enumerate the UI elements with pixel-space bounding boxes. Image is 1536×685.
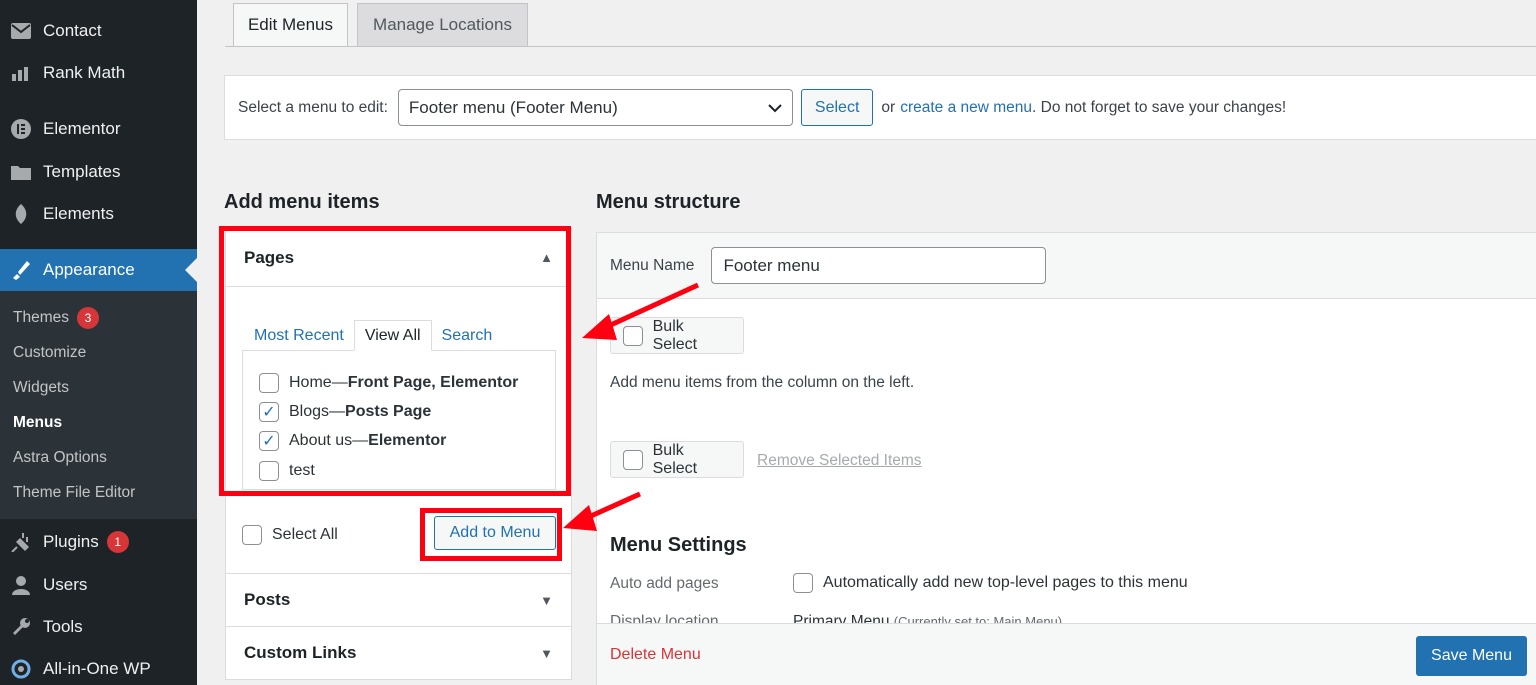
menu-footer-bar: Delete Menu Save Menu	[597, 623, 1536, 685]
tab-divider	[225, 46, 1536, 47]
primary-menu-option[interactable]: Primary Menu (Currently set to: Main Men…	[793, 612, 1062, 623]
sidebar-item-tools[interactable]: Tools	[0, 614, 197, 640]
plug-icon	[9, 530, 33, 554]
primary-menu-label: Primary Menu	[793, 613, 890, 623]
wrench-icon	[9, 615, 33, 639]
bulk-select-button-top[interactable]: Bulk Select	[610, 317, 744, 354]
bulk-select-button-bottom[interactable]: Bulk Select	[610, 441, 744, 478]
sidebar-item-label: Elements	[43, 204, 114, 223]
custom-links-accordion[interactable]: Custom Links ▼	[225, 626, 572, 680]
auto-add-option-label: Automatically add new top-level pages to…	[823, 574, 1188, 591]
submenu-label: Widgets	[13, 379, 69, 396]
sidebar-item-label: Contact	[43, 21, 102, 40]
sidebar-item-elementor[interactable]: Elementor	[0, 116, 197, 142]
menu-select-value: Footer menu (Footer Menu)	[408, 97, 618, 117]
primary-menu-note: (Currently set to: Main Menu)	[893, 614, 1063, 623]
create-new-menu-link[interactable]: create a new menu	[900, 99, 1032, 117]
sidebar-item-label: Templates	[43, 162, 121, 181]
highlight-box-add-button	[420, 508, 562, 561]
save-menu-button[interactable]: Save Menu	[1416, 636, 1527, 676]
select-all-label: Select All	[272, 526, 338, 543]
checkbox[interactable]	[623, 325, 643, 346]
submenu-item-customize[interactable]: Customize	[13, 344, 86, 362]
chart-icon	[9, 61, 33, 85]
sidebar-item-label: Elementor	[43, 119, 121, 138]
caret-down-icon: ▼	[540, 592, 553, 608]
submenu-item-widgets[interactable]: Widgets	[13, 379, 69, 397]
update-count-badge: 3	[77, 307, 99, 329]
select-button[interactable]: Select	[800, 89, 874, 126]
sidebar-item-label: Tools	[43, 617, 83, 636]
sidebar-item-plugins[interactable]: Plugins 1	[0, 529, 197, 555]
menu-name-bar: Menu Name Footer menu	[597, 233, 1536, 299]
auto-add-pages-label: Auto add pages	[610, 575, 719, 592]
submenu-label: Themes	[13, 309, 69, 326]
sidebar-item-elements[interactable]: Elements	[0, 201, 197, 227]
submenu-label: Customize	[13, 344, 87, 361]
sidebar-item-contact[interactable]: Contact	[0, 18, 197, 44]
remove-selected-items-link[interactable]: Remove Selected Items	[757, 452, 922, 470]
sidebar-item-label: Appearance	[43, 260, 135, 279]
or-text: or	[881, 98, 896, 116]
active-indicator	[185, 258, 197, 282]
menu-name-input[interactable]: Footer menu	[711, 247, 1047, 284]
tab-view-all[interactable]: View All	[353, 320, 432, 351]
posts-accordion[interactable]: Posts ▼	[225, 573, 572, 627]
sidebar-item-label: Rank Math	[43, 63, 126, 82]
admin-sidebar: Contact Rank Math Elementor Templates El…	[0, 0, 197, 685]
appearance-submenu: Themes 3 Customize Widgets Menus Astra O…	[0, 291, 197, 519]
submenu-label: Menus	[13, 414, 63, 431]
empty-menu-hint: Add menu items from the column on the le…	[610, 374, 915, 391]
auto-add-pages-option[interactable]: Automatically add new top-level pages to…	[793, 573, 1188, 593]
highlight-box-pages	[219, 226, 571, 496]
submenu-item-theme-file-editor[interactable]: Theme File Editor	[13, 484, 135, 502]
checkbox[interactable]	[793, 573, 813, 593]
sidebar-item-all-in-one-wp[interactable]: All-in-One WP	[0, 656, 197, 682]
tab-edit-menus[interactable]: Edit Menus	[233, 3, 348, 47]
menu-name-label: Menu Name	[610, 256, 695, 274]
bulk-select-label: Bulk Select	[652, 317, 698, 353]
elementor-icon	[9, 117, 33, 141]
caret-down-icon: ▼	[540, 645, 553, 661]
mail-icon	[9, 19, 33, 43]
menu-select-bar: Select a menu to edit: Footer menu (Foot…	[224, 75, 1536, 140]
select-all-toggle[interactable]: Select All	[242, 525, 338, 545]
folder-icon	[9, 160, 33, 184]
sidebar-item-label: Users	[43, 575, 88, 594]
add-menu-items-heading: Add menu items	[224, 191, 380, 213]
plugin-update-badge: 1	[106, 531, 129, 553]
tab-manage-locations[interactable]: Manage Locations	[357, 3, 528, 46]
circle-icon	[9, 657, 33, 681]
custom-links-accordion-title: Custom Links	[244, 643, 357, 662]
chevron-down-icon	[768, 98, 782, 118]
submenu-label: Theme File Editor	[13, 484, 136, 501]
sidebar-item-appearance[interactable]: Appearance	[0, 249, 197, 291]
sidebar-item-users[interactable]: Users	[0, 572, 197, 598]
submenu-label: Astra Options	[13, 449, 107, 466]
delete-menu-link[interactable]: Delete Menu	[610, 646, 701, 664]
submenu-item-astra-options[interactable]: Astra Options	[13, 449, 107, 467]
sidebar-item-label: Plugins	[43, 532, 99, 551]
leaf-icon	[9, 202, 33, 226]
posts-accordion-title: Posts	[244, 590, 291, 609]
sidebar-item-templates[interactable]: Templates	[0, 159, 197, 185]
submenu-item-menus[interactable]: Menus	[13, 414, 62, 432]
user-icon	[9, 573, 33, 597]
select-menu-label: Select a menu to edit:	[238, 98, 388, 116]
display-location-label: Display location	[610, 613, 719, 623]
menu-structure-heading: Menu structure	[596, 191, 741, 213]
menu-structure-panel: Menu Name Footer menu Bulk Select Add me…	[596, 232, 1536, 685]
checkbox[interactable]	[242, 525, 262, 545]
save-reminder-text: . Do not forget to save your changes!	[1032, 98, 1287, 116]
sidebar-item-label: All-in-One WP	[43, 659, 151, 678]
submenu-item-themes[interactable]: Themes 3	[13, 307, 99, 329]
menu-settings-title: Menu Settings	[610, 534, 747, 556]
menu-select-dropdown[interactable]: Footer menu (Footer Menu)	[397, 89, 793, 126]
sidebar-item-rank-math[interactable]: Rank Math	[0, 60, 197, 86]
checkbox[interactable]	[623, 449, 643, 470]
brush-icon	[9, 258, 33, 282]
bulk-select-label: Bulk Select	[652, 441, 698, 477]
